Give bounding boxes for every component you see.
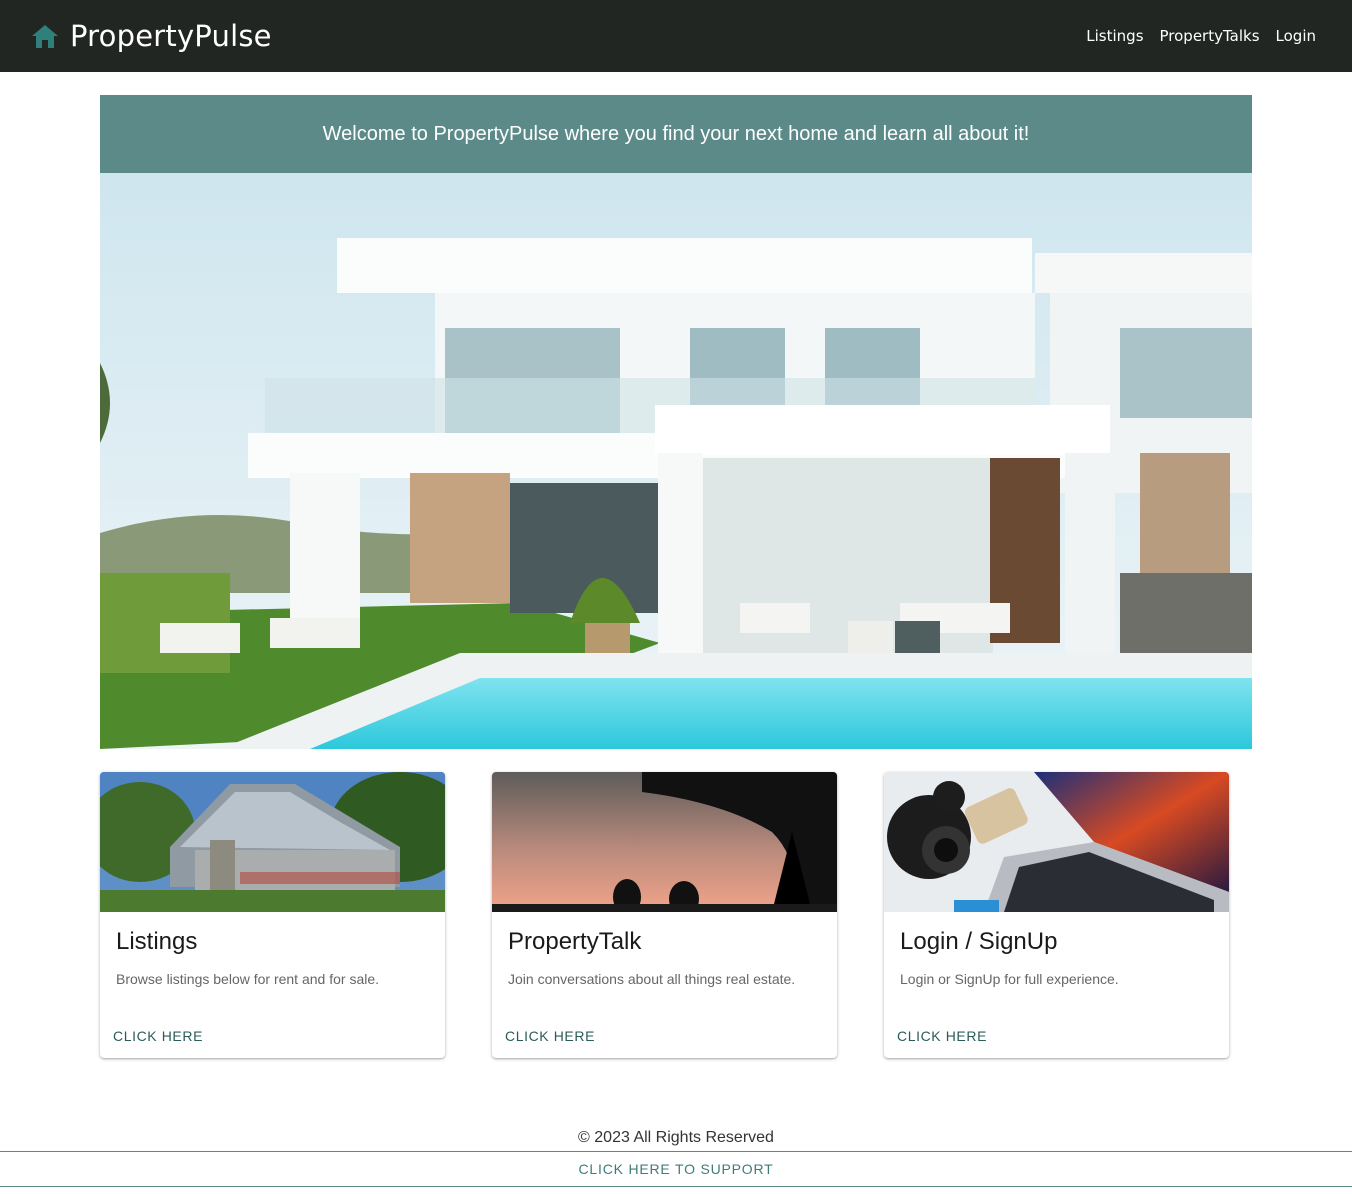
card-title-listings: Listings (116, 928, 198, 955)
support-label: CLICK HERE TO SUPPORT (578, 1161, 774, 1177)
hero-image (100, 173, 1252, 749)
card-action-listings[interactable]: CLICK HERE (113, 1028, 203, 1044)
brand[interactable]: PropertyPulse (30, 19, 272, 53)
support-button[interactable]: CLICK HERE TO SUPPORT (0, 1151, 1352, 1187)
card-propertytalk: PropertyTalk Join conversations about al… (492, 772, 837, 1058)
card-listings: Listings Browse listings below for rent … (100, 772, 445, 1058)
card-image-login-signup (884, 772, 1229, 912)
top-navbar: PropertyPulse Listings PropertyTalks Log… (0, 0, 1352, 72)
nav-link-listings[interactable]: Listings (1086, 27, 1143, 45)
home-icon (30, 21, 60, 51)
card-image-listings (100, 772, 445, 912)
card-description-login-signup: Login or SignUp for full experience. (900, 971, 1119, 987)
card-image-propertytalk (492, 772, 837, 912)
card-description-listings: Browse listings below for rent and for s… (116, 971, 380, 987)
card-login-signup: Login / SignUp Login or SignUp for full … (884, 772, 1229, 1058)
nav-link-login[interactable]: Login (1276, 27, 1316, 45)
card-description-propertytalk: Join conversations about all things real… (508, 971, 796, 987)
footer-copyright: © 2023 All Rights Reserved (578, 1129, 774, 1146)
card-title-login-signup: Login / SignUp (900, 928, 1058, 955)
brand-title: PropertyPulse (70, 19, 272, 53)
nav-links: Listings PropertyTalks Login (1086, 27, 1316, 45)
card-action-propertytalk[interactable]: CLICK HERE (505, 1028, 595, 1044)
card-action-login-signup[interactable]: CLICK HERE (897, 1028, 987, 1044)
welcome-banner: Welcome to PropertyPulse where you find … (100, 95, 1252, 173)
welcome-text: Welcome to PropertyPulse where you find … (322, 122, 1030, 145)
card-title-propertytalk: PropertyTalk (508, 928, 642, 955)
nav-link-propertytalks[interactable]: PropertyTalks (1160, 27, 1260, 45)
